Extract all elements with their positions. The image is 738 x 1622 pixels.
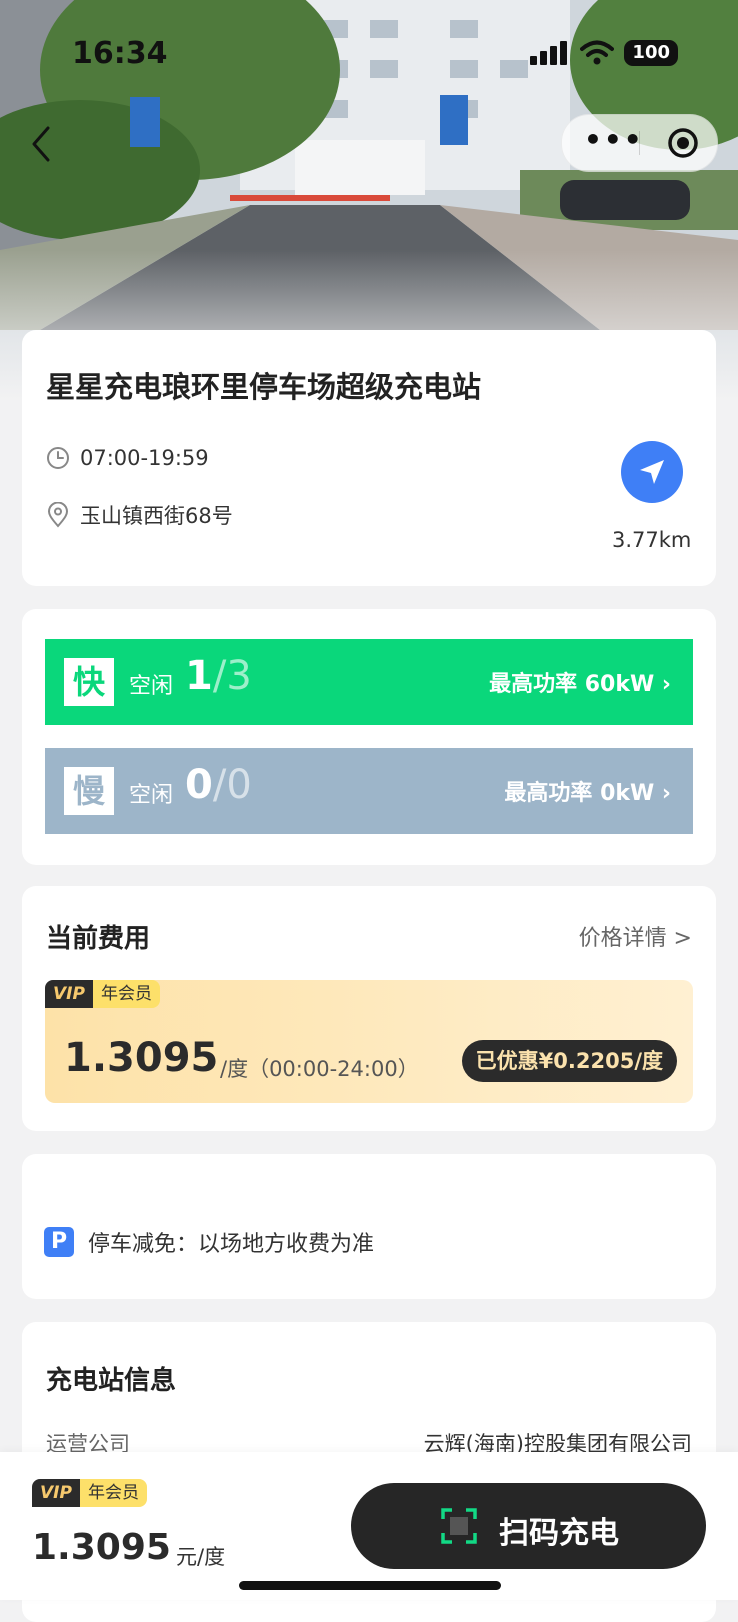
parking-row: P 停车减免：以场地方收费为准	[44, 1226, 374, 1258]
vip-price-box: VIP 年会员 1.3095 /度（00:00-24:00） 已优惠¥0.220…	[45, 980, 693, 1103]
battery-indicator: 100	[624, 40, 678, 66]
fast-available: 1	[185, 653, 213, 699]
bottom-action-bar: VIP 年会员 1.3095 元/度 扫码充电	[0, 1452, 738, 1600]
fast-idle-count: 1/3	[185, 653, 252, 699]
vip-label: VIP	[45, 980, 93, 1008]
vip-badge: VIP 年会员	[45, 980, 160, 1008]
footer-member-label: 年会员	[79, 1479, 147, 1507]
slow-charger-bar[interactable]: 慢 空闲 0/0 最高功率 0kW ›	[45, 748, 693, 834]
discount-badge: 已优惠¥0.2205/度	[461, 1040, 677, 1082]
fee-title: 当前费用	[46, 924, 151, 954]
capsule-divider	[639, 131, 640, 155]
back-arrow-icon[interactable]	[28, 124, 54, 164]
scan-to-charge-button[interactable]: 扫码充电	[351, 1483, 706, 1569]
status-bar: 16:34 100	[0, 36, 738, 76]
home-indicator	[239, 1581, 501, 1590]
footer-price-unit: 元/度	[176, 1545, 226, 1569]
fee-price: 1.3095	[64, 1035, 219, 1081]
slow-slash: /	[212, 762, 227, 808]
slow-total: 0	[226, 762, 252, 808]
navigate-button[interactable]	[621, 441, 683, 503]
scan-to-charge-label: 扫码充电	[499, 1516, 619, 1551]
miniprogram-capsule: •••	[561, 114, 718, 172]
slow-tag: 慢	[64, 767, 114, 815]
fast-charger-bar[interactable]: 快 空闲 1/3 最高功率 60kW ›	[45, 639, 693, 725]
fast-tag: 快	[64, 658, 114, 706]
fast-max-power: 最高功率 60kW ›	[489, 672, 671, 697]
more-options-icon[interactable]: •••	[584, 123, 644, 156]
slow-idle-count: 0/0	[185, 762, 252, 808]
parking-text: 停车减免：以场地方收费为准	[88, 1232, 375, 1257]
fast-total: 3	[226, 653, 252, 699]
scan-icon	[441, 1508, 477, 1544]
close-target-icon[interactable]	[666, 126, 700, 160]
slow-available: 0	[185, 762, 213, 808]
address-row: 玉山镇西街68号	[46, 500, 233, 530]
status-time: 16:34	[72, 36, 168, 71]
parking-icon: P	[44, 1227, 74, 1257]
footer-price: 1.3095	[32, 1527, 171, 1568]
status-icons: 100	[530, 40, 678, 66]
slow-max-power: 最高功率 0kW ›	[504, 781, 671, 806]
footer-vip-badge: VIP 年会员	[32, 1479, 147, 1507]
distance-label: 3.77km	[612, 528, 692, 552]
signal-icon	[530, 41, 568, 65]
fast-idle-label: 空闲	[129, 674, 174, 699]
fast-slash: /	[212, 653, 227, 699]
opening-hours: 07:00-19:59	[80, 446, 209, 470]
member-label: 年会员	[92, 980, 160, 1008]
hours-row: 07:00-19:59	[46, 446, 209, 470]
station-address: 玉山镇西街68号	[80, 504, 233, 528]
station-name: 星星充电琅环里停车场超级充电站	[46, 370, 482, 404]
navigation-arrow-icon	[640, 460, 664, 484]
parking-card: P 停车减免：以场地方收费为准	[22, 1154, 716, 1299]
fee-unit-time: /度（00:00-24:00）	[220, 1057, 419, 1081]
price-details-link[interactable]: 价格详情 >	[579, 920, 692, 952]
footer-vip-label: VIP	[32, 1479, 80, 1507]
wifi-icon	[580, 40, 615, 65]
location-pin-icon	[47, 502, 69, 528]
slow-idle-label: 空闲	[129, 783, 174, 808]
clock-icon	[47, 447, 69, 469]
station-info-title: 充电站信息	[46, 1366, 177, 1396]
